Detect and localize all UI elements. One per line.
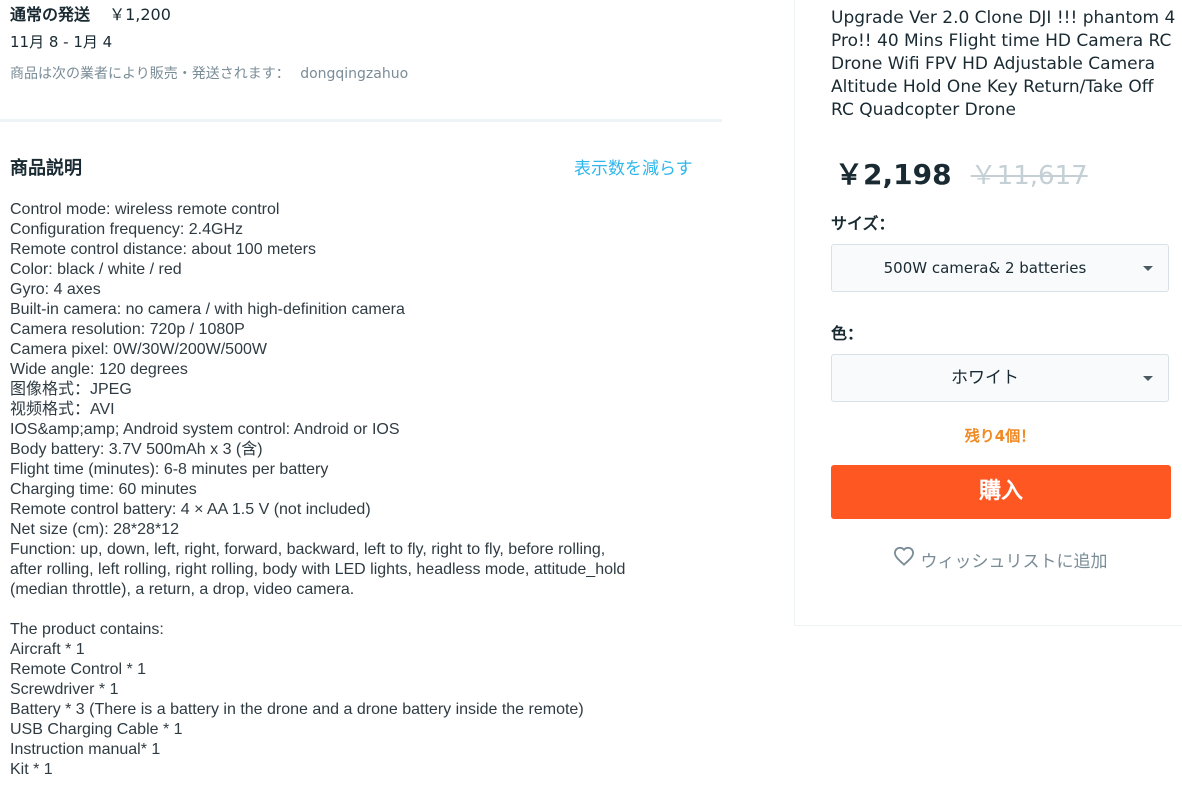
chevron-down-icon	[1143, 266, 1153, 271]
show-less-link[interactable]: 表示数を減らす	[574, 157, 693, 181]
shipping-row: 通常の発送 ￥1,200	[10, 5, 171, 25]
description-title: 商品説明	[10, 158, 82, 179]
description-line: USB Charging Cable * 1	[10, 721, 183, 738]
description-body: Control mode: wireless remote control Con…	[10, 200, 710, 780]
description-line: Flight time (minutes): 6-8 minutes per b…	[10, 461, 329, 478]
description-line: Function: up, down, left, right, forward…	[10, 541, 606, 558]
description-line: Configuration frequency: 2.4GHz	[10, 221, 244, 238]
seller-info: 商品は次の業者により販売・発送されます： dongqingzahuo	[10, 65, 408, 83]
description-line: Remote Control * 1	[10, 661, 147, 678]
description-line: IOS&amp;amp; Android system control: And…	[10, 421, 400, 438]
description-line: 图像格式：JPEG	[10, 381, 132, 398]
description-line: after rolling, left rolling, right rolli…	[10, 561, 626, 578]
seller-name: dongqingzahuo	[300, 66, 409, 82]
product-page: 通常の発送 ￥1,200 11月 8 - 1月 4 商品は次の業者により販売・発…	[0, 0, 1182, 785]
description-line: Color: black / white / red	[10, 261, 182, 278]
shipping-dates: 11月 8 - 1月 4	[10, 33, 113, 51]
description-line: Battery * 3 (There is a battery in the d…	[10, 701, 584, 718]
description-line: Control mode: wireless remote control	[10, 201, 280, 218]
description-line: Screwdriver * 1	[10, 681, 119, 698]
buy-button[interactable]: 購入	[831, 465, 1171, 519]
shipping-label: 通常の発送	[10, 5, 91, 24]
heart-icon	[893, 546, 915, 574]
size-label: サイズ：	[831, 214, 895, 233]
wishlist-label: ウィッシュリストに追加	[920, 552, 1108, 572]
original-price: ￥11,617	[970, 161, 1088, 191]
current-price: ￥2,198	[835, 158, 952, 191]
description-line: Body battery: 3.7V 500mAh x 3 (含)	[10, 441, 263, 458]
color-label: 色：	[831, 324, 864, 343]
size-select[interactable]: 500W camera& 2 batteries	[831, 244, 1169, 292]
seller-prefix: 商品は次の業者により販売・発送されます：	[10, 66, 290, 82]
description-line: (median throttle), a return, a drop, vid…	[10, 581, 355, 598]
description-line: Wide angle: 120 degrees	[10, 361, 188, 378]
purchase-panel: Upgrade Ver 2.0 Clone DJI !!! phantom 4 …	[794, 0, 1182, 626]
description-line: The product contains:	[10, 621, 164, 638]
price-row: ￥2,198 ￥11,617	[835, 155, 1088, 196]
description-line	[10, 600, 710, 620]
description-line: Camera resolution: 720p / 1080P	[10, 321, 245, 338]
description-line: Camera pixel: 0W/30W/200W/500W	[10, 341, 267, 358]
section-divider	[0, 119, 722, 122]
size-select-value: 500W camera& 2 batteries	[883, 259, 1087, 277]
shipping-price: ￥1,200	[109, 5, 171, 24]
description-line: Built-in camera: no camera / with high-d…	[10, 301, 405, 318]
color-select[interactable]: ホワイト	[831, 354, 1169, 402]
description-line: Gyro: 4 axes	[10, 281, 101, 298]
add-to-wishlist-button[interactable]: ウィッシュリストに追加	[831, 546, 1169, 576]
description-line: Kit * 1	[10, 761, 53, 778]
color-select-value: ホワイト	[951, 368, 1019, 388]
description-line: Net size (cm): 28*28*12	[10, 521, 179, 538]
description-line: Instruction manual* 1	[10, 741, 161, 758]
description-line: Remote control battery: 4 × AA 1.5 V (no…	[10, 501, 371, 518]
description-line: Aircraft * 1	[10, 641, 85, 658]
description-line: 视频格式：AVI	[10, 401, 115, 418]
chevron-down-icon	[1143, 376, 1153, 381]
product-details-column: 通常の発送 ￥1,200 11月 8 - 1月 4 商品は次の業者により販売・発…	[0, 0, 722, 785]
description-line: Remote control distance: about 100 meter…	[10, 241, 316, 258]
description-line: Charging time: 60 minutes	[10, 481, 197, 498]
stock-remaining: 残り4個！	[964, 427, 1036, 445]
product-title: Upgrade Ver 2.0 Clone DJI !!! phantom 4 …	[831, 8, 1176, 120]
